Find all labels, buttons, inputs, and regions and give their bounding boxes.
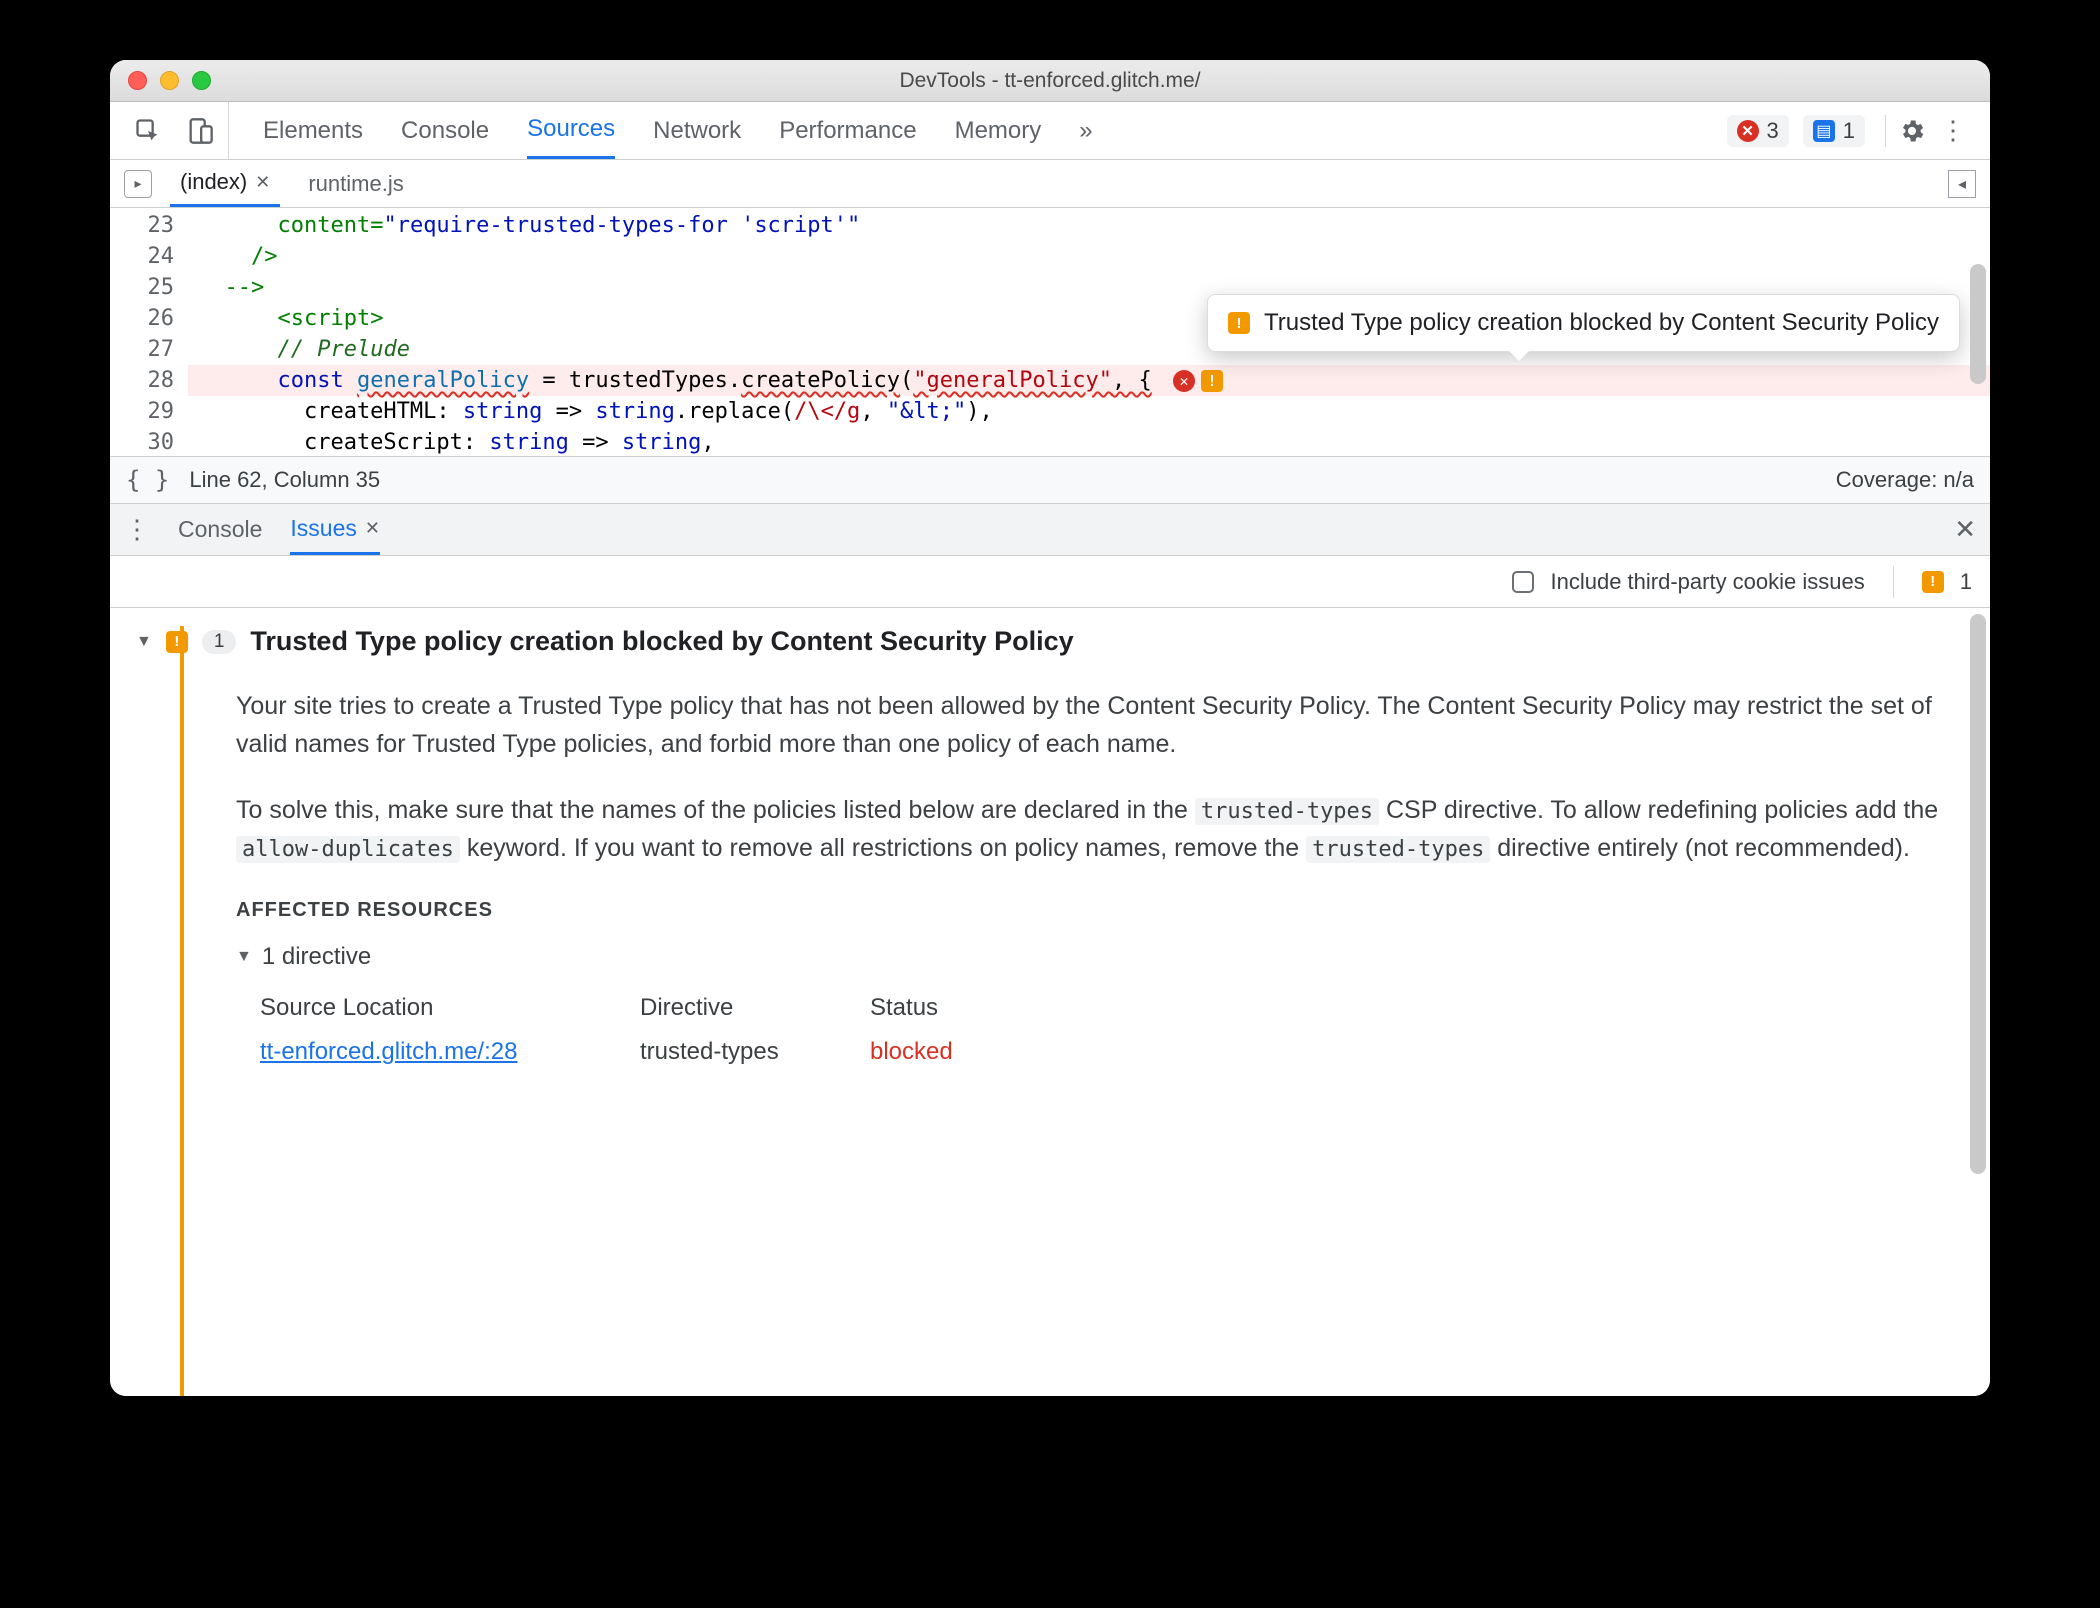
table-header: Status bbox=[870, 990, 1070, 1026]
tooltip-text: Trusted Type policy creation blocked by … bbox=[1264, 309, 1939, 337]
directive-cell: trusted-types bbox=[640, 1034, 870, 1070]
window-titlebar: DevTools - tt-enforced.glitch.me/ bbox=[110, 60, 1990, 102]
devtools-window: DevTools - tt-enforced.glitch.me/ Elemen… bbox=[110, 60, 1990, 1396]
message-icon: ▤ bbox=[1813, 120, 1835, 142]
device-toggle-icon[interactable] bbox=[186, 117, 214, 145]
source-editor[interactable]: 2324252627282930 content="require-truste… bbox=[110, 208, 1990, 456]
third-party-checkbox[interactable] bbox=[1512, 571, 1534, 593]
issue-count-badge: 1 bbox=[202, 630, 237, 654]
drawer-tabs: ⋮ Console Issues ✕ ✕ bbox=[110, 504, 1990, 556]
scrollbar-thumb[interactable] bbox=[1970, 614, 1986, 1174]
warning-icon: ! bbox=[166, 631, 188, 653]
issue-paragraph-1: Your site tries to create a Trusted Type… bbox=[236, 687, 1944, 763]
table-header: Source Location bbox=[260, 990, 640, 1026]
directive-summary-row[interactable]: ▼ 1 directive bbox=[236, 939, 1944, 975]
warning-count: 1 bbox=[1960, 569, 1972, 595]
issue-tooltip: ! Trusted Type policy creation blocked b… bbox=[1207, 294, 1960, 352]
scrollbar-thumb[interactable] bbox=[1970, 264, 1986, 384]
errors-chip[interactable]: ✕ 3 bbox=[1727, 115, 1789, 147]
pretty-print-icon[interactable]: { } bbox=[126, 466, 169, 494]
separator bbox=[1885, 115, 1886, 147]
window-title: DevTools - tt-enforced.glitch.me/ bbox=[110, 69, 1990, 93]
drawer-tab-label: Issues bbox=[290, 515, 356, 542]
kebab-menu-icon[interactable]: ⋮ bbox=[1926, 115, 1980, 146]
code-snippet: allow-duplicates bbox=[236, 836, 460, 863]
messages-count: 1 bbox=[1843, 118, 1855, 144]
close-drawer-icon[interactable]: ✕ bbox=[1954, 514, 1976, 545]
line-gutter: 2324252627282930 bbox=[110, 208, 188, 456]
cursor-position: Line 62, Column 35 bbox=[189, 467, 380, 493]
errors-count: 3 bbox=[1767, 118, 1779, 144]
issue-paragraph-2: To solve this, make sure that the names … bbox=[236, 791, 1944, 867]
issues-panel: ▼ ! 1 Trusted Type policy creation block… bbox=[110, 608, 1990, 1396]
error-icon: ✕ bbox=[1173, 370, 1195, 392]
show-navigator-button[interactable]: ▸ bbox=[124, 170, 152, 198]
messages-chip[interactable]: ▤ 1 bbox=[1803, 115, 1865, 147]
tab-performance[interactable]: Performance bbox=[779, 102, 916, 159]
issues-toolbar: Include third-party cookie issues ! 1 bbox=[110, 556, 1990, 608]
editor-status-bar: { } Line 62, Column 35 Coverage: n/a bbox=[110, 456, 1990, 504]
third-party-label: Include third-party cookie issues bbox=[1550, 569, 1864, 595]
tab-console[interactable]: Console bbox=[401, 102, 489, 159]
separator bbox=[1893, 566, 1894, 598]
more-panels-button[interactable]: » bbox=[1079, 102, 1092, 159]
main-toolbar: Elements Console Sources Network Perform… bbox=[110, 102, 1990, 160]
drawer-tab-console[interactable]: Console bbox=[178, 504, 262, 555]
directive-summary: 1 directive bbox=[262, 939, 371, 975]
file-tab-runtime[interactable]: runtime.js bbox=[298, 160, 413, 207]
table-header: Directive bbox=[640, 990, 870, 1026]
drawer-kebab-icon[interactable]: ⋮ bbox=[124, 514, 150, 545]
disclosure-triangle-icon[interactable]: ▼ bbox=[136, 633, 152, 651]
file-tab-label: (index) bbox=[180, 169, 247, 195]
affected-resources-table: Source Location Directive Status tt-enfo… bbox=[236, 990, 1944, 1071]
file-tabbar: ▸ (index) ✕ runtime.js ◂ bbox=[110, 160, 1990, 208]
disclosure-triangle-icon[interactable]: ▼ bbox=[236, 945, 252, 969]
affected-resources-heading: AFFECTED RESOURCES bbox=[236, 895, 1944, 925]
tab-network[interactable]: Network bbox=[653, 102, 741, 159]
coverage-status: Coverage: n/a bbox=[1836, 467, 1974, 493]
file-tab-index[interactable]: (index) ✕ bbox=[170, 160, 280, 207]
code-snippet: trusted-types bbox=[1306, 836, 1490, 863]
status-chips: ✕ 3 ▤ 1 bbox=[1727, 115, 1874, 147]
warning-icon: ! bbox=[1201, 370, 1223, 392]
issue-header[interactable]: ▼ ! 1 Trusted Type policy creation block… bbox=[136, 626, 1964, 657]
source-location-link[interactable]: tt-enforced.glitch.me/:28 bbox=[260, 1034, 640, 1070]
show-debugger-pane-button[interactable]: ◂ bbox=[1948, 170, 1976, 198]
panel-tabs: Elements Console Sources Network Perform… bbox=[229, 102, 1093, 159]
close-icon[interactable]: ✕ bbox=[255, 172, 270, 193]
close-icon[interactable]: ✕ bbox=[365, 518, 380, 539]
status-cell: blocked bbox=[870, 1034, 1070, 1070]
file-tab-label: runtime.js bbox=[308, 171, 403, 197]
issue-severity-bar bbox=[180, 626, 184, 1396]
issue-title: Trusted Type policy creation blocked by … bbox=[250, 626, 1073, 657]
error-icon: ✕ bbox=[1737, 120, 1759, 142]
inspect-element-icon[interactable] bbox=[134, 117, 162, 145]
warning-icon: ! bbox=[1922, 571, 1944, 593]
drawer-tab-issues[interactable]: Issues ✕ bbox=[290, 504, 380, 555]
tab-memory[interactable]: Memory bbox=[955, 102, 1042, 159]
code-snippet: trusted-types bbox=[1195, 798, 1379, 825]
tab-sources[interactable]: Sources bbox=[527, 102, 615, 159]
warning-icon: ! bbox=[1228, 312, 1250, 334]
settings-gear-icon[interactable] bbox=[1898, 117, 1926, 145]
tab-elements[interactable]: Elements bbox=[263, 102, 363, 159]
issue-description: Your site tries to create a Trusted Type… bbox=[136, 657, 1964, 1071]
